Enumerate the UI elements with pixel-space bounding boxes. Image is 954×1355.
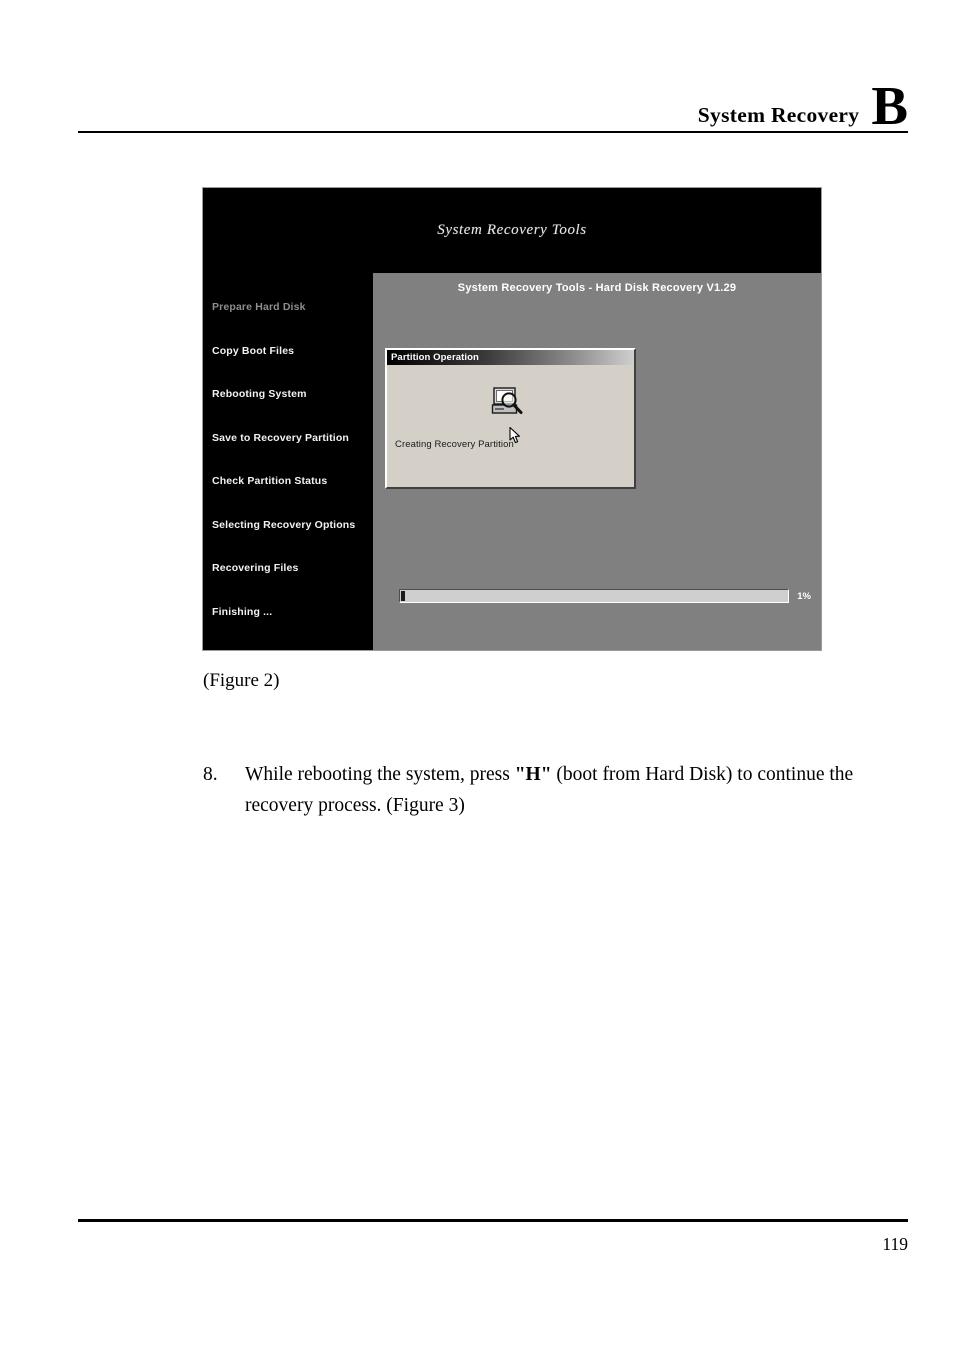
- progress-percent-label: 1%: [797, 590, 811, 602]
- recovery-sidebar: Prepare Hard Disk Copy Boot Files Reboot…: [203, 273, 373, 650]
- recovery-main-title: System Recovery Tools - Hard Disk Recove…: [457, 282, 737, 294]
- sidebar-item-prepare-hard-disk[interactable]: Prepare Hard Disk: [212, 286, 373, 330]
- dialog-titlebar: Partition Operation: [387, 350, 634, 365]
- page-header: System Recovery B: [78, 75, 908, 136]
- footer-divider: [78, 1219, 908, 1222]
- progress-bar: [399, 589, 790, 603]
- recovery-banner-title: System Recovery Tools: [437, 222, 587, 238]
- figure-caption: (Figure 2): [203, 670, 280, 691]
- instruction-item-8: 8. While rebooting the system, press "H"…: [203, 760, 863, 822]
- sidebar-item-recovering-files[interactable]: Recovering Files: [212, 547, 373, 591]
- dialog-title: Partition Operation: [391, 352, 479, 363]
- dialog-status-text: Creating Recovery Partition: [395, 439, 514, 450]
- header-divider: [78, 131, 908, 133]
- progress-row: 1%: [399, 588, 811, 604]
- recovery-banner: System Recovery Tools: [203, 188, 821, 273]
- sidebar-item-rebooting-system[interactable]: Rebooting System: [212, 373, 373, 417]
- dialog-body: Creating Recovery Partition: [387, 365, 634, 487]
- instruction-item-number: 8.: [203, 764, 218, 785]
- computer-search-icon: [491, 387, 525, 419]
- page-number: 119: [882, 1234, 908, 1254]
- progress-bar-fill: [401, 591, 405, 601]
- instruction-item-text: While rebooting the system, press "H" (b…: [245, 760, 863, 822]
- instruction-text-before: While rebooting the system, press: [245, 764, 515, 785]
- sidebar-item-selecting-recovery-options[interactable]: Selecting Recovery Options: [212, 504, 373, 548]
- sidebar-item-check-partition-status[interactable]: Check Partition Status: [212, 460, 373, 504]
- sidebar-item-save-to-recovery-partition[interactable]: Save to Recovery Partition: [212, 417, 373, 461]
- figure-screenshot: System Recovery Tools Prepare Hard Disk …: [203, 188, 821, 650]
- appendix-letter: B: [871, 75, 908, 136]
- instruction-text-key: "H": [514, 764, 552, 785]
- sidebar-item-copy-boot-files[interactable]: Copy Boot Files: [212, 330, 373, 374]
- page-title: System Recovery: [697, 103, 860, 127]
- partition-operation-dialog: Partition Operation Creating Recovery Pa…: [385, 348, 636, 489]
- recovery-main-panel: System Recovery Tools - Hard Disk Recove…: [373, 273, 821, 650]
- sidebar-item-finishing[interactable]: Finishing ...: [212, 591, 373, 635]
